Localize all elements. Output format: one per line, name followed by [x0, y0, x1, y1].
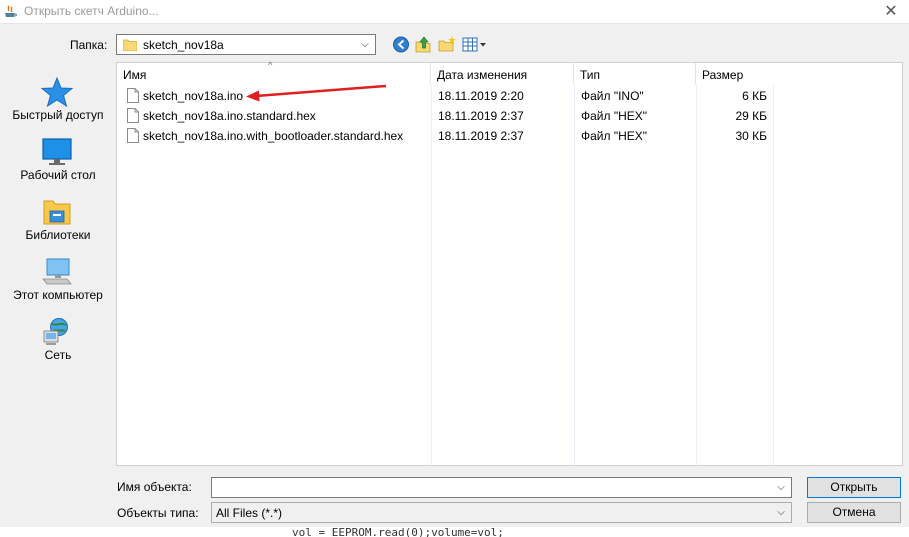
- places-bar: Быстрый доступ Рабочий стол Библиотеки Э…: [4, 64, 112, 466]
- computer-icon: [42, 258, 72, 285]
- file-size: 30 КБ: [735, 129, 767, 143]
- place-this-pc[interactable]: Этот компьютер: [4, 250, 112, 308]
- star-icon: [40, 76, 74, 108]
- chevron-down-icon[interactable]: ⌵: [773, 479, 789, 496]
- table-row[interactable]: sketch_nov18a.ino.with_bootloader.standa…: [117, 126, 902, 146]
- chevron-down-icon[interactable]: ⌵: [773, 504, 789, 521]
- folder-icon: [123, 39, 137, 51]
- annotation-arrow-icon: [246, 84, 387, 102]
- column-header-size[interactable]: Размер: [696, 63, 902, 85]
- column-name-label: Имя: [123, 68, 147, 82]
- filename-label: Имя объекта:: [117, 480, 192, 494]
- file-type: Файл "HEX": [581, 109, 648, 123]
- file-date: 18.11.2019 2:37: [438, 129, 524, 143]
- place-libraries[interactable]: Библиотеки: [4, 190, 112, 248]
- new-folder-icon[interactable]: [436, 34, 458, 55]
- place-desktop[interactable]: Рабочий стол: [4, 130, 112, 188]
- place-label: Этот компьютер: [13, 288, 103, 302]
- java-app-icon: [5, 5, 17, 17]
- filetype-label: Объекты типа:: [117, 506, 199, 520]
- column-header-date[interactable]: Дата изменения: [431, 63, 574, 85]
- back-icon[interactable]: [390, 34, 412, 55]
- file-date: 18.11.2019 2:20: [438, 89, 524, 103]
- file-size: 29 КБ: [735, 109, 767, 123]
- file-list[interactable]: Имя ^ Дата изменения Тип Размер sketch_n…: [116, 60, 903, 466]
- background-code-line: vol = EEPROM.read(0);volume=vol;: [292, 527, 504, 537]
- network-icon: [43, 318, 68, 345]
- sort-ascending-icon: ^: [268, 60, 273, 70]
- file-size: 6 КБ: [742, 89, 767, 103]
- file-type: Файл "INO": [581, 89, 644, 103]
- title-bar: Открыть скетч Arduino... ✕: [0, 0, 909, 24]
- filename-input[interactable]: [212, 478, 772, 497]
- file-name: sketch_nov18a.ino.standard.hex: [143, 109, 316, 123]
- file-date: 18.11.2019 2:37: [438, 109, 524, 123]
- filename-combo[interactable]: ⌵: [211, 477, 792, 498]
- window-title: Открыть скетч Arduino...: [24, 4, 159, 18]
- place-label: Библиотеки: [25, 228, 91, 242]
- desktop-icon: [42, 138, 72, 165]
- open-button[interactable]: Открыть: [807, 477, 901, 498]
- column-size-label: Размер: [702, 68, 744, 82]
- file-icon: [127, 128, 139, 143]
- background-editor: vol = EEPROM.read(0);volume=vol;: [0, 527, 909, 537]
- up-folder-icon[interactable]: [412, 34, 434, 55]
- filetype-select[interactable]: All Files (*.*) ⌵: [211, 502, 792, 523]
- place-label: Сеть: [44, 348, 72, 362]
- view-menu-icon[interactable]: [460, 34, 490, 55]
- column-date-label: Дата изменения: [437, 68, 528, 82]
- file-icon: [127, 88, 139, 103]
- close-icon[interactable]: ✕: [878, 1, 904, 23]
- table-row[interactable]: sketch_nov18a.ino.standard.hex 18.11.201…: [117, 106, 902, 126]
- file-icon: [127, 108, 139, 123]
- file-name: sketch_nov18a.ino.with_bootloader.standa…: [143, 129, 404, 143]
- folder-combo[interactable]: sketch_nov18a ⌵: [116, 34, 376, 55]
- folder-value: sketch_nov18a: [143, 38, 224, 52]
- column-header-type[interactable]: Тип: [574, 63, 696, 85]
- folder-label: Папка:: [70, 38, 108, 52]
- cancel-button[interactable]: Отмена: [807, 502, 901, 523]
- column-type-label: Тип: [580, 68, 601, 82]
- place-quick-access[interactable]: Быстрый доступ: [4, 70, 112, 128]
- table-row[interactable]: sketch_nov18a.ino 18.11.2019 2:20 Файл "…: [117, 86, 902, 106]
- filetype-value: All Files (*.*): [216, 506, 283, 520]
- file-name: sketch_nov18a.ino: [143, 89, 244, 103]
- place-label: Быстрый доступ: [12, 108, 104, 122]
- chevron-down-icon[interactable]: ⌵: [357, 36, 373, 53]
- place-label: Рабочий стол: [20, 168, 96, 182]
- file-type: Файл "HEX": [581, 129, 648, 143]
- place-network[interactable]: Сеть: [4, 310, 112, 368]
- libraries-icon: [43, 200, 71, 225]
